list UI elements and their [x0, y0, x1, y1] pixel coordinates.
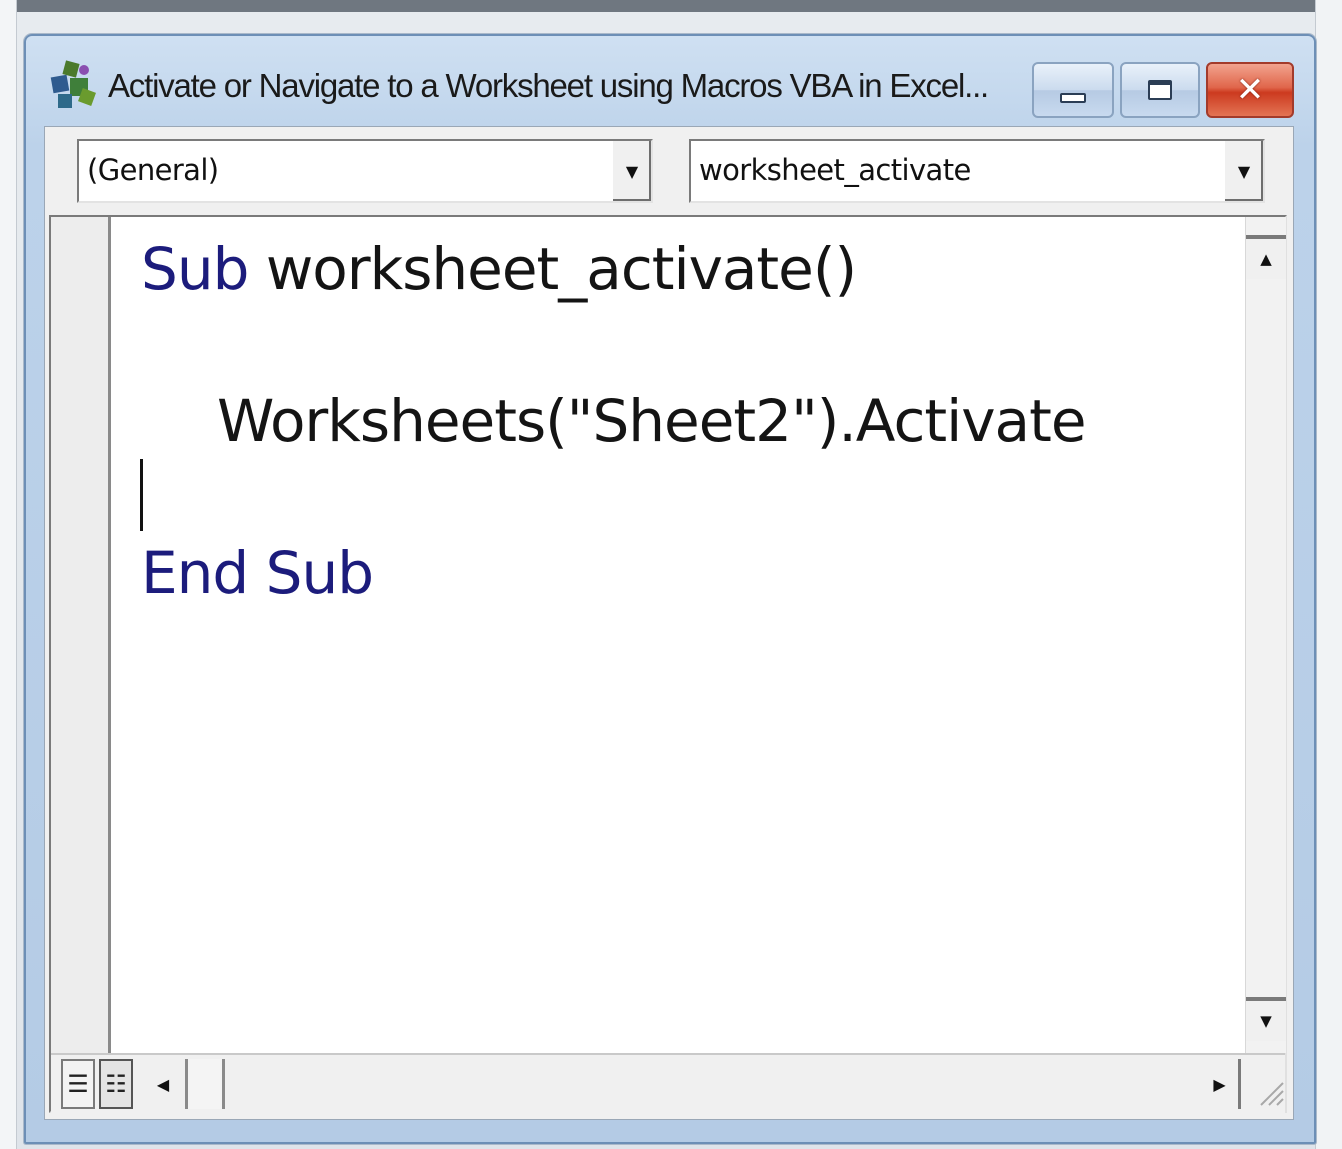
arrow-up-icon: ▲: [1260, 250, 1272, 268]
horizontal-scrollbar-row: ☰ ☷ ◀ ▶: [51, 1053, 1285, 1113]
object-combo-dropdown-button[interactable]: ▼: [611, 141, 651, 201]
code-line-sub: Sub worksheet_activate(): [141, 235, 857, 303]
procedure-view-button[interactable]: ☰: [61, 1059, 95, 1109]
procedure-combo-value: worksheet_activate: [699, 153, 971, 187]
background-strip-left: [0, 0, 17, 1149]
vba-project-icon: [50, 60, 96, 108]
minimize-button[interactable]: [1032, 62, 1114, 118]
keyword-sub: Sub: [141, 235, 249, 303]
chevron-down-icon: ▼: [625, 161, 639, 181]
arrow-right-icon: ▶: [1213, 1074, 1226, 1094]
full-module-view-icon: ☷: [105, 1070, 127, 1098]
background-strip-right: [1315, 0, 1342, 1149]
procedure-combo-dropdown-button[interactable]: ▼: [1223, 141, 1263, 201]
code-editor[interactable]: Sub worksheet_activate() Worksheets("She…: [111, 217, 1245, 1053]
procedure-signature: worksheet_activate(): [248, 235, 857, 303]
arrow-left-icon: ◀: [156, 1074, 170, 1094]
scroll-down-button[interactable]: ▼: [1246, 997, 1286, 1041]
background-strip-top: [0, 0, 1342, 12]
maximize-icon: [1148, 80, 1172, 100]
text-cursor: [140, 459, 143, 531]
scroll-right-button[interactable]: ▶: [1201, 1059, 1241, 1109]
procedure-view-icon: ☰: [67, 1070, 89, 1098]
title-bar[interactable]: Activate or Navigate to a Worksheet usin…: [26, 36, 1314, 132]
close-icon: ✕: [1235, 70, 1265, 110]
code-line-activate: Worksheets("Sheet2").Activate: [217, 387, 1086, 455]
vba-code-window: Activate or Navigate to a Worksheet usin…: [24, 34, 1316, 1144]
margin-indicator-bar[interactable]: [51, 217, 111, 1053]
minimize-icon: [1060, 93, 1086, 103]
desktop-background: Activate or Navigate to a Worksheet usin…: [0, 0, 1342, 1149]
resize-grip-icon[interactable]: [1247, 1061, 1285, 1107]
scroll-up-button[interactable]: ▲: [1246, 235, 1286, 279]
horizontal-scroll-thumb[interactable]: [185, 1059, 225, 1109]
object-combo[interactable]: (General) ▼: [77, 139, 653, 203]
vertical-scrollbar[interactable]: ▲ ▼: [1245, 217, 1286, 1053]
arrow-down-icon: ▼: [1260, 1012, 1272, 1030]
code-window-client: (General) ▼ worksheet_activate ▼ Sub wor…: [44, 126, 1294, 1120]
close-button[interactable]: ✕: [1206, 62, 1294, 118]
code-pane: Sub worksheet_activate() Worksheets("She…: [49, 215, 1287, 1113]
object-combo-value: (General): [87, 153, 219, 187]
window-title: Activate or Navigate to a Worksheet usin…: [108, 67, 989, 104]
chevron-down-icon: ▼: [1237, 161, 1251, 181]
procedure-combo[interactable]: worksheet_activate ▼: [689, 139, 1265, 203]
code-line-end-sub: End Sub: [141, 539, 374, 607]
full-module-view-button[interactable]: ☷: [99, 1059, 133, 1109]
maximize-button[interactable]: [1120, 62, 1200, 118]
scroll-left-button[interactable]: ◀: [143, 1059, 183, 1109]
